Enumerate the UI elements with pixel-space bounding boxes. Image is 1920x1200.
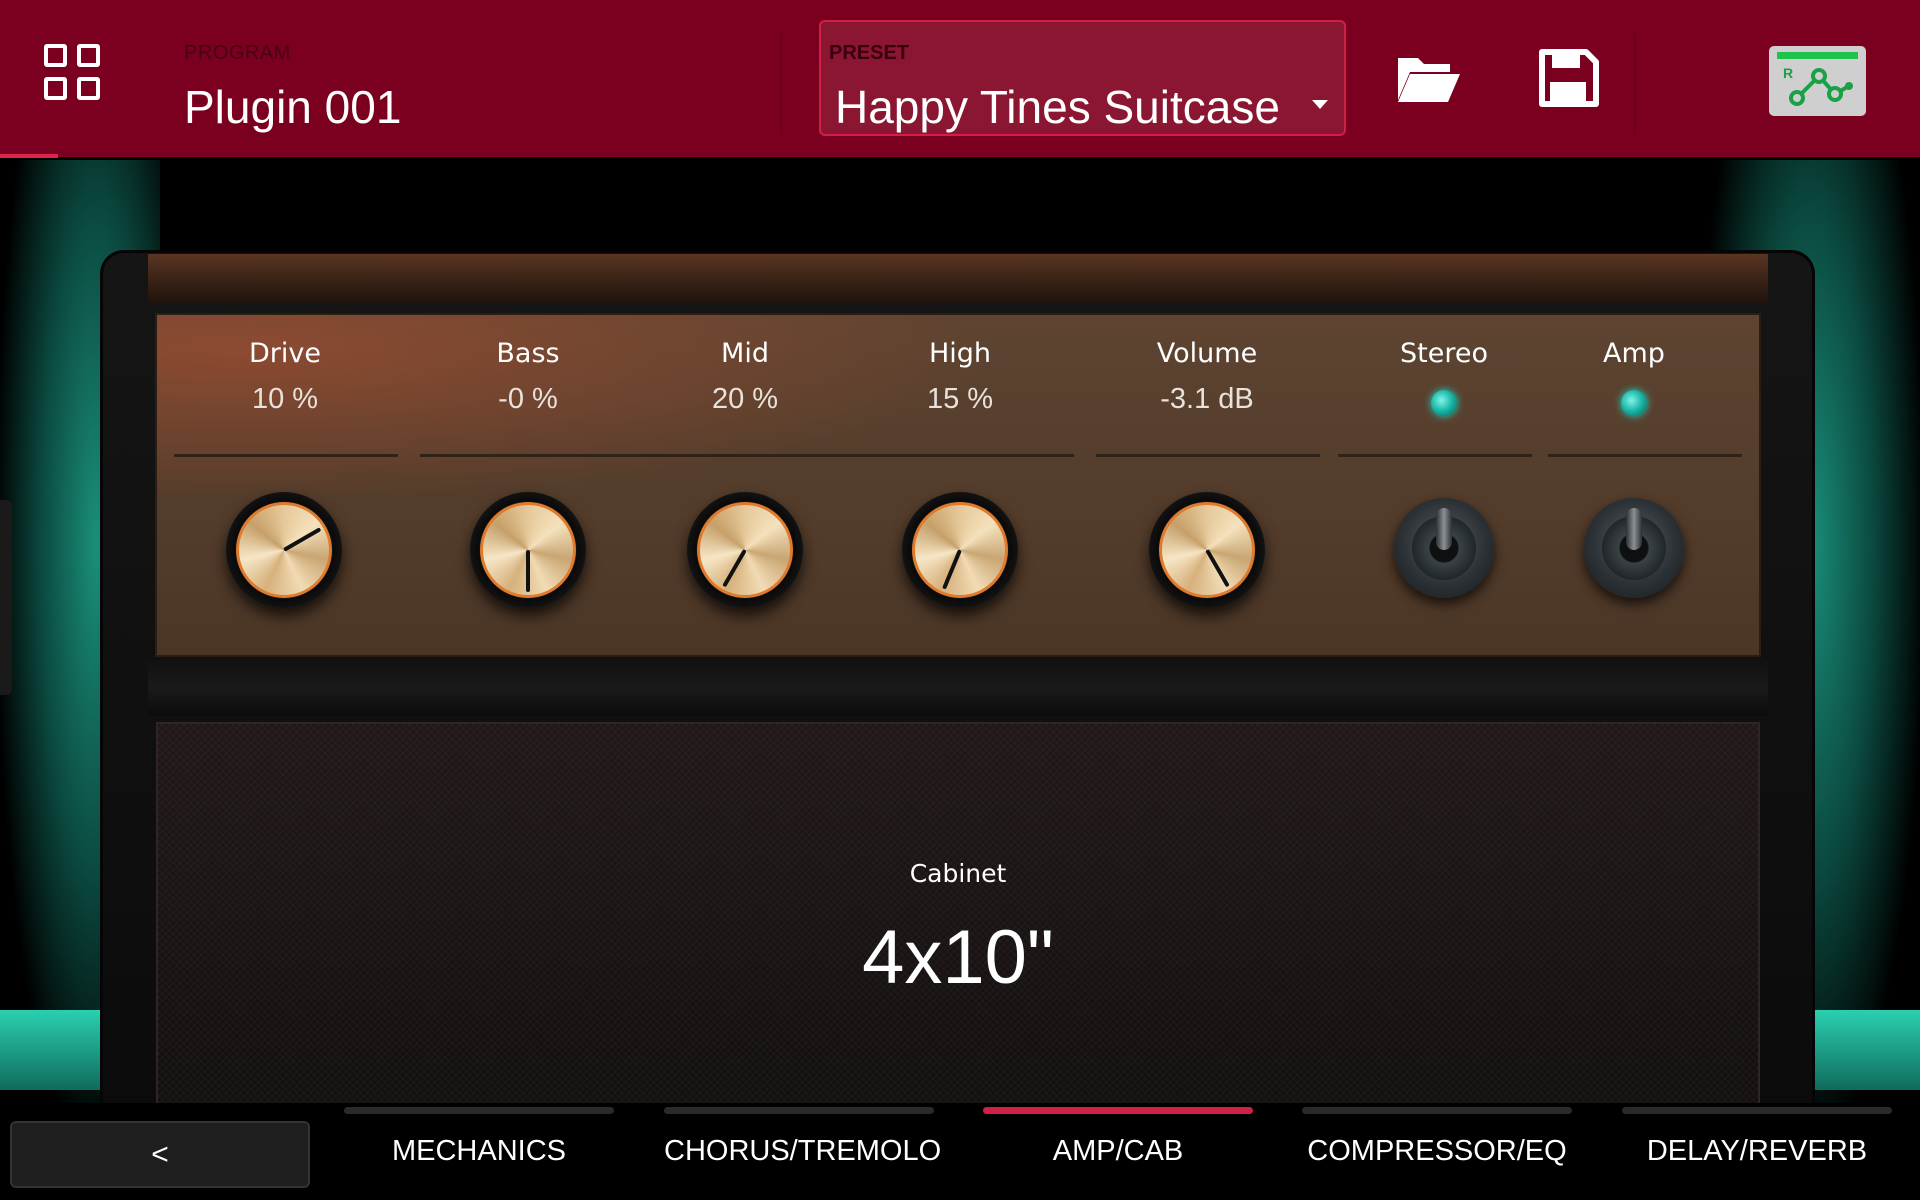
tab-mechanics[interactable]: MECHANICS bbox=[344, 1103, 614, 1200]
tab-label: COMPRESSOR/EQ bbox=[1307, 1135, 1567, 1167]
amp-mid-band bbox=[148, 660, 1768, 716]
tab-label: CHORUS/TREMOLO bbox=[664, 1135, 942, 1167]
preset-selector[interactable]: PRESET Happy Tines Suitcase bbox=[819, 20, 1346, 136]
drive-knob[interactable] bbox=[226, 492, 342, 608]
stereo-toggle-switch[interactable] bbox=[1394, 498, 1494, 598]
tab-indicator bbox=[983, 1107, 1253, 1114]
preset-caption: PRESET bbox=[829, 42, 910, 64]
grid-icon[interactable] bbox=[44, 44, 108, 108]
high-value: 15 % bbox=[926, 383, 994, 415]
tab-amp-cab[interactable]: AMP/CAB bbox=[983, 1103, 1253, 1200]
panel-divider bbox=[1338, 454, 1532, 457]
panel-divider bbox=[1096, 454, 1320, 457]
volume-value: -3.1 dB bbox=[1160, 383, 1254, 415]
tab-indicator bbox=[1302, 1107, 1572, 1114]
drive-label: Drive bbox=[249, 338, 321, 369]
tab-label: DELAY/REVERB bbox=[1646, 1135, 1868, 1167]
tab-indicator bbox=[1622, 1107, 1892, 1114]
tab-label: AMP/CAB bbox=[1052, 1135, 1184, 1167]
bass-knob[interactable] bbox=[470, 492, 586, 608]
amp-led-indicator bbox=[1621, 390, 1647, 416]
amp-top-band bbox=[148, 254, 1768, 304]
amp-toggle-switch[interactable] bbox=[1584, 498, 1684, 598]
high-knob[interactable] bbox=[902, 492, 1018, 608]
volume-label: Volume bbox=[1156, 338, 1258, 369]
chevron-down-icon bbox=[1312, 100, 1328, 109]
routing-button[interactable]: R bbox=[1769, 46, 1866, 116]
tab-compressor-eq[interactable]: COMPRESSOR/EQ bbox=[1302, 1103, 1572, 1200]
bass-value: -0 % bbox=[498, 383, 558, 415]
cabinet-selector[interactable]: Cabinet 4x10" bbox=[156, 722, 1760, 1120]
svg-text:R: R bbox=[1783, 65, 1793, 81]
header-divider bbox=[1634, 34, 1636, 134]
tab-label: MECHANICS bbox=[391, 1135, 566, 1167]
drive-value: 10 % bbox=[251, 383, 319, 415]
preset-name: Happy Tines Suitcase bbox=[835, 81, 1280, 133]
cabinet-value: 4x10" bbox=[862, 915, 1054, 1000]
program-caption: PROGRAM bbox=[184, 42, 291, 64]
panel-divider bbox=[420, 454, 1074, 457]
save-icon[interactable] bbox=[1536, 48, 1600, 108]
panel-divider bbox=[174, 454, 398, 457]
amp-label: Amp bbox=[1603, 338, 1665, 369]
tab-indicator bbox=[344, 1107, 614, 1114]
tab-indicator bbox=[664, 1107, 934, 1114]
background-glow-bottom-right bbox=[1810, 1010, 1920, 1090]
folder-open-icon[interactable] bbox=[1396, 48, 1460, 108]
back-button[interactable]: < bbox=[10, 1121, 310, 1188]
header-active-indicator bbox=[0, 154, 58, 158]
bottom-tab-bar: < MECHANICS CHORUS/TREMOLO AMP/CAB COMPR… bbox=[0, 1103, 1920, 1200]
routing-active-bar bbox=[1777, 52, 1858, 59]
background-glow-bottom-left bbox=[0, 1010, 110, 1090]
header-divider bbox=[780, 34, 782, 134]
bass-label: Bass bbox=[496, 338, 560, 369]
stereo-label: Stereo bbox=[1400, 338, 1488, 369]
tab-chorus-tremolo[interactable]: CHORUS/TREMOLO bbox=[664, 1103, 942, 1200]
stereo-led-indicator bbox=[1431, 390, 1457, 416]
cabinet-label: Cabinet bbox=[909, 859, 1007, 888]
routing-icon: R bbox=[1783, 65, 1853, 106]
mid-value: 20 % bbox=[711, 383, 779, 415]
program-name[interactable]: Plugin 001 bbox=[184, 80, 401, 134]
mid-label: Mid bbox=[721, 338, 769, 369]
panel-divider bbox=[1548, 454, 1742, 457]
header-bar: PROGRAM Plugin 001 PRESET Happy Tines Su… bbox=[0, 0, 1920, 158]
volume-knob[interactable] bbox=[1149, 492, 1265, 608]
side-drawer-handle[interactable] bbox=[0, 500, 12, 695]
knob-pointer bbox=[526, 550, 530, 592]
high-label: High bbox=[928, 338, 992, 369]
tab-delay-reverb[interactable]: DELAY/REVERB bbox=[1622, 1103, 1892, 1200]
mid-knob[interactable] bbox=[687, 492, 803, 608]
